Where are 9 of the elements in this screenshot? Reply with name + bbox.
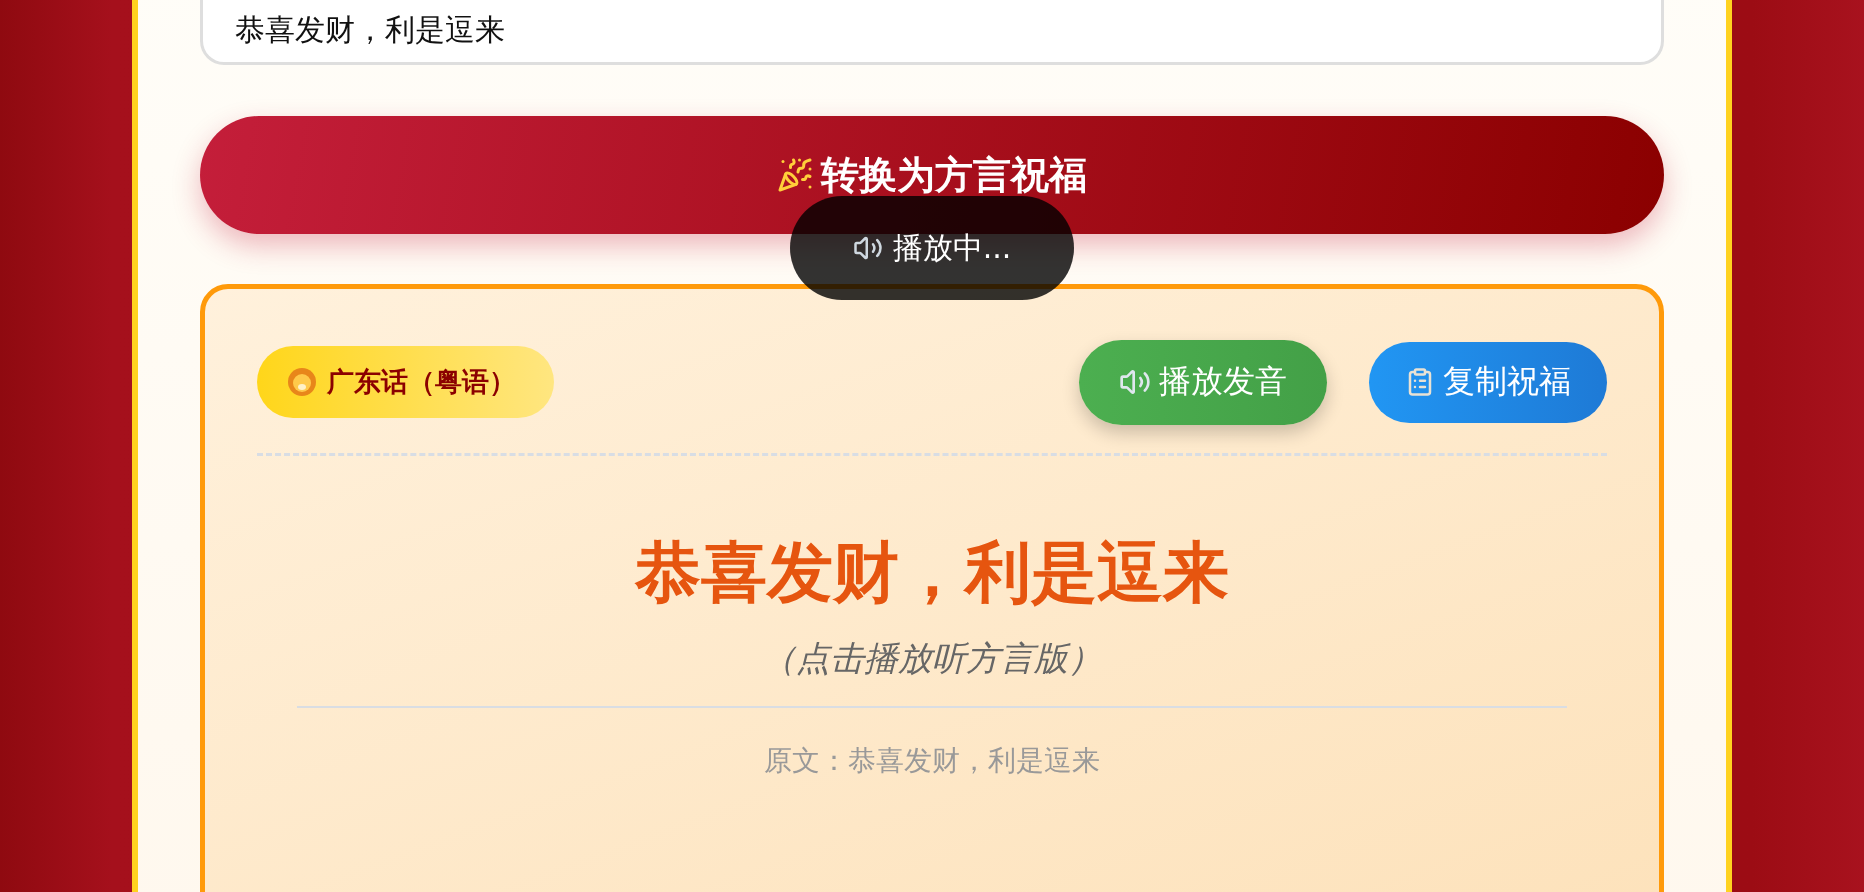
convert-button[interactable]: 转换为方言祝福 [200, 116, 1664, 234]
input-field[interactable]: 恭喜发财，利是逗来 [200, 0, 1664, 65]
dialect-text: 恭喜发财，利是逗来 [633, 532, 1230, 613]
play-hint: （点击播放听方言版） [761, 637, 1103, 680]
party-popper-icon [777, 157, 813, 193]
original-text: 原文：恭喜发财，利是逗来 [763, 743, 1101, 779]
dialect-badge: 广东话（粤语） [257, 346, 554, 418]
copy-button[interactable]: 复制祝福 [1369, 341, 1607, 423]
toast: 播放中... [790, 196, 1074, 300]
